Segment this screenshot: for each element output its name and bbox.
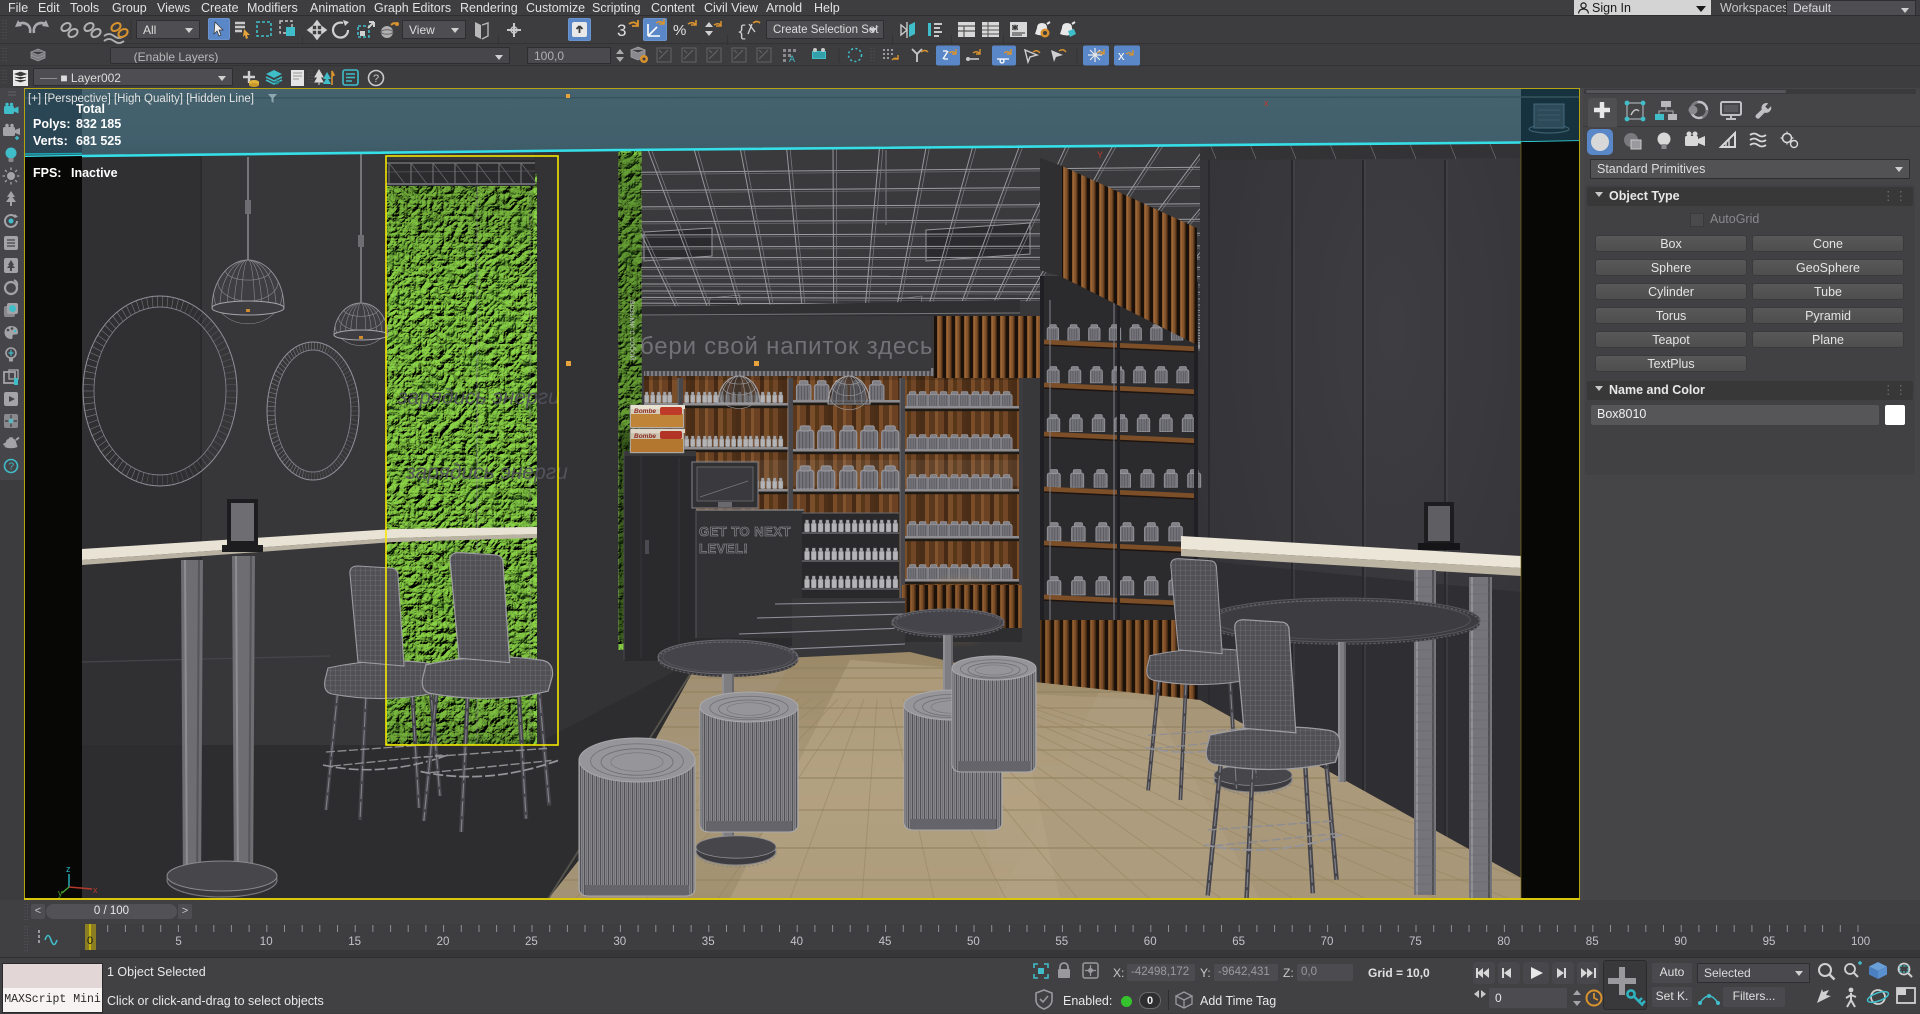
svg-text:%: % [673,22,686,39]
svg-text:3: 3 [617,21,626,40]
svg-text:Y: Y [1097,150,1103,160]
svg-text:FPS:: FPS: [33,166,61,180]
svg-text:75: 75 [1409,936,1422,948]
svg-text:100: 100 [1851,936,1870,948]
svg-text:Verts:: Verts: [33,134,68,148]
svg-text:?: ? [9,462,15,473]
svg-text:z: z [66,864,71,874]
svg-text:x: x [1264,98,1269,108]
svg-text:Total: Total [76,102,105,116]
svg-text:65: 65 [1232,936,1245,948]
svg-text:Inactive: Inactive [71,166,118,180]
svg-text:45: 45 [879,936,892,948]
svg-text:55: 55 [1055,936,1068,948]
svg-text:0: 0 [1495,991,1502,1005]
svg-text:LEVEL!: LEVEL! [699,541,748,556]
svg-text:50: 50 [967,936,980,948]
svg-text:?: ? [373,73,379,85]
svg-text:5: 5 [175,936,181,948]
svg-text:80: 80 [1497,936,1510,948]
svg-text:15: 15 [348,936,361,948]
svg-text:GET TO NEXT: GET TO NEXT [699,524,791,539]
svg-text:681 525: 681 525 [76,134,121,148]
svg-text:95: 95 [1763,936,1776,948]
svg-text:40: 40 [790,936,803,948]
svg-text:90: 90 [1674,936,1687,948]
svg-text:35: 35 [702,936,715,948]
svg-text:зарядись энерги: зарядись энерги [405,461,568,484]
svg-text:y: y [58,888,63,898]
svg-text:20: 20 [437,936,450,948]
svg-text:x: x [1118,48,1125,63]
svg-text:Polys:: Polys: [33,117,71,131]
svg-text:[+] [Perspective] [High Quali: [+] [Perspective] [High Quality] [Hidden… [28,93,254,105]
svg-text:Bombe: Bombe [634,433,656,440]
svg-text:30: 30 [613,936,626,948]
svg-text:832 185: 832 185 [76,117,121,131]
svg-text:бери свой напиток здесь: бери свой напиток здесь [640,333,933,360]
svg-text:85: 85 [1586,936,1599,948]
svg-text:{: { [737,23,747,41]
svg-text:возьми с собой: возьми с собой [628,300,638,361]
svg-text:x: x [93,885,98,895]
svg-text:10: 10 [260,936,273,948]
svg-text:0: 0 [87,935,93,947]
svg-text:A: A [789,54,795,64]
svg-text:зарядись энерги: зарядись энерги [397,386,560,409]
svg-text:25: 25 [525,936,538,948]
svg-text:Bombe: Bombe [634,408,656,415]
svg-text:60: 60 [1144,936,1157,948]
svg-text:70: 70 [1321,936,1334,948]
